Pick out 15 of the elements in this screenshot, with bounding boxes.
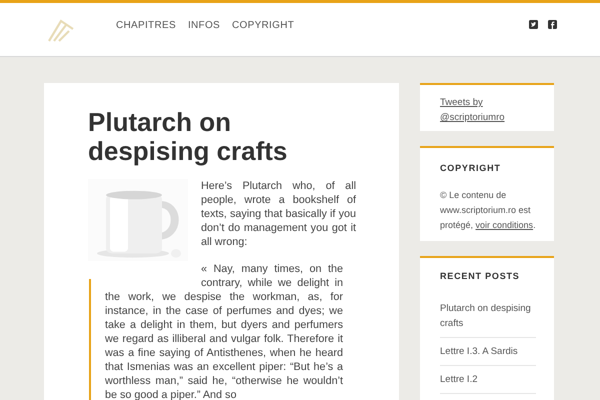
nav-link[interactable]: INFOS [188,18,220,33]
post-title: Plutarch on despising crafts [88,108,288,166]
facebook-icon[interactable] [548,20,557,29]
twitter-icon[interactable] [529,20,538,29]
recent-post-link[interactable]: Plutarch on despising crafts [440,301,536,331]
recent-post-link[interactable]: Lettre I.3. A Sardis [440,344,536,359]
intro-paragraph: Here’s Plutarch who, of all people, wrote a bookshelf of texts, saying that basically if you don’t do management you got it all wrong: [201,179,356,249]
quote-paragraph: « Nay, many times, on the contrary, while we delight in the work, we despise the workman, as, for instance, in the case of perfumes and dyes; we take a delight in them, but dyers and perfumers we regard as illiberal and vulgar folk. Therefore it was a fine saying of Antisthenes, when he heard that Ismenias was an excellent piper: “But he’s a worthless man,” said he, “otherwise he wouldn’t be so good a piper.” And so [105,262,343,400]
widget-title: RECENT POSTS [440,270,521,282]
nav-link[interactable]: CHAPITRES [116,18,176,33]
copyright-text: © Le contenu de www.scriptorium.ro est protégé, voir conditions. [440,188,537,232]
recent-post-link[interactable]: Lettre I.2 [440,372,536,387]
nav-link[interactable]: COPYRIGHT [232,18,294,33]
widget-title: COPYRIGHT [440,162,502,175]
conditions-link[interactable]: voir conditions [476,220,534,230]
